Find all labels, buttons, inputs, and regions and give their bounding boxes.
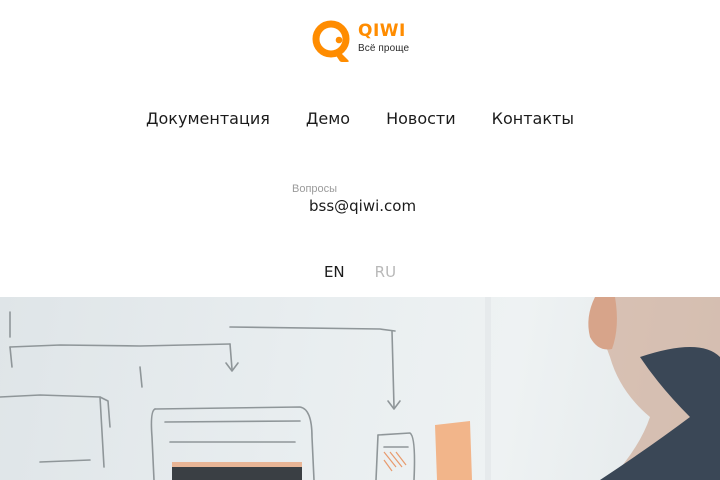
whiteboard-sketch-illustration xyxy=(0,297,720,480)
contact-label: Вопросы xyxy=(292,183,338,195)
logo-brand: QIWI xyxy=(358,21,406,41)
page: QIWI Всё проще Документация Демо Новости… xyxy=(0,0,720,480)
lang-option-ru[interactable]: RU xyxy=(360,263,411,281)
hero-image xyxy=(0,297,720,480)
logo-tagline: Всё проще xyxy=(358,43,410,54)
nav-item-contacts[interactable]: Контакты xyxy=(474,108,592,130)
nav-item-news[interactable]: Новости xyxy=(368,108,474,130)
contact-email-link[interactable]: bss@qiwi.com xyxy=(309,197,416,215)
nav-item-documentation[interactable]: Документация xyxy=(128,108,288,130)
qiwi-logo-icon xyxy=(312,20,350,62)
main-nav: Документация Демо Новости Контакты xyxy=(0,108,720,130)
nav-item-demo[interactable]: Демо xyxy=(288,108,368,130)
qiwi-logo[interactable]: QIWI Всё проще xyxy=(310,18,420,66)
logo-text: QIWI Всё проще xyxy=(358,23,409,54)
language-switcher: EN RU xyxy=(0,263,720,281)
lang-option-en[interactable]: EN xyxy=(309,263,360,281)
